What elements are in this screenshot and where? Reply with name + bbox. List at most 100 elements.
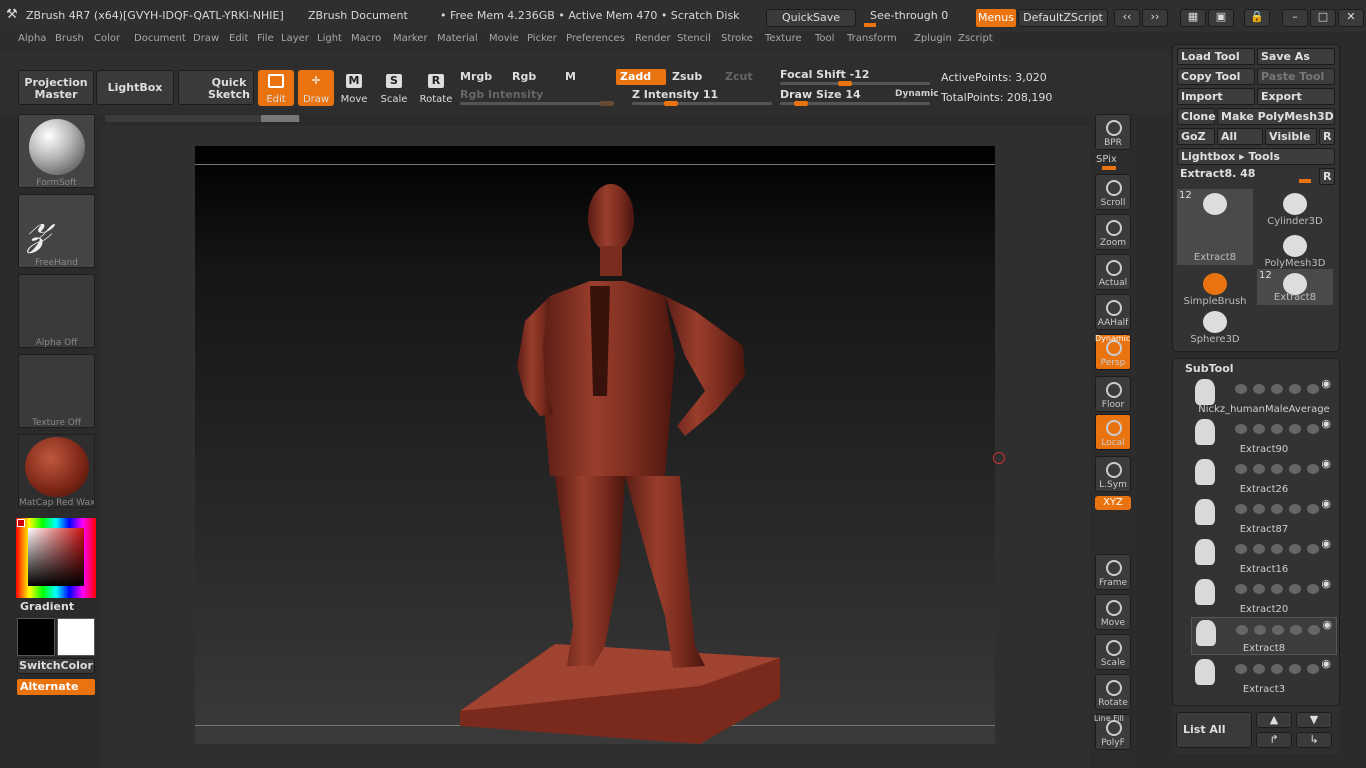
- quick-sketch-button[interactable]: Quick Sketch: [178, 70, 254, 105]
- see-through-knob[interactable]: [864, 23, 876, 27]
- subtool-toggles[interactable]: ◉: [1235, 497, 1335, 514]
- subtool-toggle-icon[interactable]: [1271, 504, 1283, 514]
- menu-stroke[interactable]: Stroke: [721, 33, 753, 44]
- z-intensity-slider[interactable]: Z Intensity 11: [632, 88, 718, 101]
- visibility-eye-icon[interactable]: ◉: [1321, 577, 1331, 590]
- subtool-toggle-icon[interactable]: [1307, 464, 1319, 474]
- copy-tool-button[interactable]: Copy Tool: [1177, 68, 1255, 85]
- subtool-toggle-icon[interactable]: [1253, 384, 1265, 394]
- subtool-toggle-icon[interactable]: [1235, 664, 1247, 674]
- subtool-header[interactable]: SubTool: [1185, 362, 1234, 375]
- stroke-slot[interactable]: 𝓏 FreeHand: [18, 194, 95, 268]
- subtool-row[interactable]: ◉ Extract16: [1191, 537, 1337, 575]
- menu-zplugin[interactable]: Zplugin: [914, 33, 952, 44]
- subtool-toggle-icon[interactable]: [1253, 464, 1265, 474]
- subtool-toggles[interactable]: ◉: [1235, 417, 1335, 434]
- rotate-button[interactable]: R Rotate: [418, 70, 454, 106]
- document-scroll-thumb[interactable]: [261, 115, 299, 122]
- visibility-eye-icon[interactable]: ◉: [1321, 497, 1331, 510]
- alpha-slot[interactable]: Alpha Off: [18, 274, 95, 348]
- subtool-toggle-icon[interactable]: [1254, 625, 1266, 635]
- lock-icon[interactable]: 🔒: [1244, 9, 1270, 27]
- export-button[interactable]: Export: [1257, 88, 1335, 105]
- current-tool-r-button[interactable]: R: [1319, 168, 1335, 185]
- scale-button[interactable]: Scale: [1095, 634, 1131, 670]
- subtool-toggle-icon[interactable]: [1289, 384, 1301, 394]
- subtool-toggle-icon[interactable]: [1307, 544, 1319, 554]
- menu-tool[interactable]: Tool: [815, 33, 834, 44]
- menu-material[interactable]: Material: [437, 33, 478, 44]
- menu-texture[interactable]: Texture: [765, 33, 802, 44]
- lightbox-tools-button[interactable]: Lightbox ▸ Tools: [1177, 148, 1335, 165]
- tool-thumb-extract8[interactable]: 12 Extract8: [1257, 269, 1333, 305]
- list-all-button[interactable]: List All: [1176, 712, 1252, 748]
- menu-preferences[interactable]: Preferences: [566, 33, 625, 44]
- edit-button[interactable]: Edit: [258, 70, 294, 106]
- menu-render[interactable]: Render: [635, 33, 671, 44]
- layout-right-icon[interactable]: ››: [1142, 9, 1168, 27]
- subtool-toggle-icon[interactable]: [1307, 584, 1319, 594]
- alternate-button[interactable]: Alternate: [17, 679, 95, 695]
- rgb-intensity-knob[interactable]: [600, 101, 614, 106]
- default-zscript-button[interactable]: DefaultZScript: [1018, 9, 1108, 27]
- quicksave-button[interactable]: QuickSave: [766, 9, 856, 27]
- subtool-row[interactable]: ◉ Extract26: [1191, 457, 1337, 495]
- material-slot[interactable]: MatCap Red Wax: [18, 434, 95, 508]
- tool-thumb-extract8[interactable]: 12 Extract8: [1177, 189, 1253, 265]
- draw-button[interactable]: ✛ Draw: [298, 70, 334, 106]
- z-intensity-knob[interactable]: [664, 101, 678, 106]
- subtool-toggle-icon[interactable]: [1289, 664, 1301, 674]
- move-to-top-icon[interactable]: ↱: [1256, 732, 1292, 748]
- menu-file[interactable]: File: [257, 33, 274, 44]
- subtool-toggle-icon[interactable]: [1253, 584, 1265, 594]
- menus-button[interactable]: Menus: [976, 9, 1016, 27]
- move-down-icon[interactable]: ▼: [1296, 712, 1332, 728]
- import-button[interactable]: Import: [1177, 88, 1255, 105]
- subtool-toggle-icon[interactable]: [1253, 424, 1265, 434]
- spix-knob[interactable]: [1102, 166, 1116, 170]
- zadd-button[interactable]: Zadd: [616, 69, 666, 85]
- lsym-button[interactable]: L.Sym: [1095, 456, 1131, 492]
- subtool-toggle-icon[interactable]: [1307, 504, 1319, 514]
- draw-size-slider[interactable]: Draw Size 14: [780, 88, 861, 101]
- human-male-model[interactable]: [195, 146, 995, 744]
- save-as-button[interactable]: Save As: [1257, 48, 1335, 65]
- ui-layout-icon[interactable]: ▦: [1180, 9, 1206, 27]
- subtool-toggle-icon[interactable]: [1290, 625, 1302, 635]
- color-picker-square[interactable]: [28, 528, 84, 586]
- m-button[interactable]: M: [565, 70, 576, 83]
- subtool-toggles[interactable]: ◉: [1235, 377, 1335, 394]
- dynamic-button[interactable]: Dynamic: [895, 89, 939, 99]
- draw-size-knob[interactable]: [794, 101, 808, 106]
- menu-document[interactable]: Document: [134, 33, 186, 44]
- subtool-toggle-icon[interactable]: [1253, 664, 1265, 674]
- texture-slot[interactable]: Texture Off: [18, 354, 95, 428]
- brush-slot[interactable]: FormSoft: [18, 114, 95, 188]
- subtool-toggle-icon[interactable]: [1271, 544, 1283, 554]
- subtool-toggles[interactable]: ◉: [1235, 577, 1335, 594]
- menu-movie[interactable]: Movie: [489, 33, 519, 44]
- subtool-toggle-icon[interactable]: [1236, 625, 1248, 635]
- move-up-icon[interactable]: ▲: [1256, 712, 1292, 728]
- subtool-toggle-icon[interactable]: [1271, 584, 1283, 594]
- menu-color[interactable]: Color: [94, 33, 120, 44]
- current-tool-knob[interactable]: [1299, 179, 1311, 183]
- rgb-intensity-slider[interactable]: Rgb Intensity: [460, 88, 543, 101]
- subtool-toggle-icon[interactable]: [1289, 504, 1301, 514]
- close-icon[interactable]: ✕: [1338, 9, 1364, 27]
- subtool-toggle-icon[interactable]: [1271, 424, 1283, 434]
- subtool-toggle-icon[interactable]: [1307, 424, 1319, 434]
- tool-thumb-cylinder3d[interactable]: Cylinder3D: [1257, 189, 1333, 229]
- subtool-toggle-icon[interactable]: [1235, 464, 1247, 474]
- visibility-eye-icon[interactable]: ◉: [1321, 457, 1331, 470]
- focal-shift-knob[interactable]: [838, 81, 852, 86]
- subtool-toggles[interactable]: ◉: [1235, 537, 1335, 554]
- menu-layer[interactable]: Layer: [281, 33, 309, 44]
- actual-button[interactable]: Actual: [1095, 254, 1131, 290]
- subtool-toggle-icon[interactable]: [1289, 584, 1301, 594]
- menu-marker[interactable]: Marker: [393, 33, 428, 44]
- scroll-button[interactable]: Scroll: [1095, 174, 1131, 210]
- visibility-eye-icon[interactable]: ◉: [1321, 537, 1331, 550]
- focal-shift-track[interactable]: [780, 82, 930, 85]
- z-intensity-track[interactable]: [632, 102, 772, 105]
